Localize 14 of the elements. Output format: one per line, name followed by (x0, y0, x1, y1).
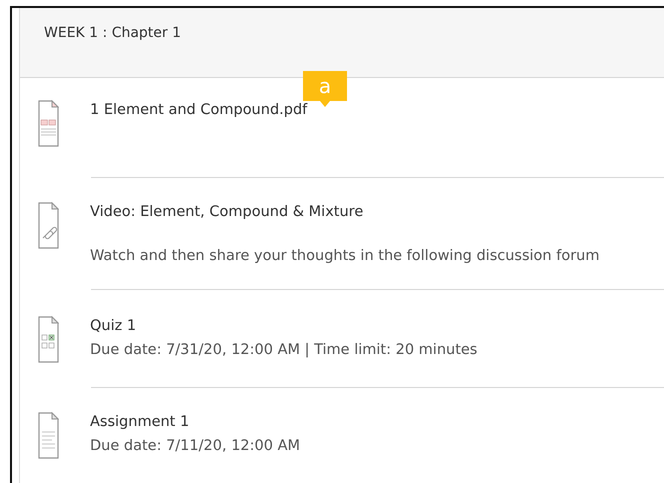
callout-pointer (320, 101, 330, 107)
item-details: Due date: 7/31/20, 12:00 AM | Time limit: 20 minutes (90, 341, 478, 360)
item-title-link[interactable]: Quiz 1 (90, 316, 664, 336)
module-title: WEEK 1 : Chapter 1 (44, 25, 182, 41)
pdf-file-icon (38, 100, 59, 147)
item-title-link[interactable]: Video: Element, Compound & Mixture (90, 202, 664, 222)
item-title-link[interactable]: 1 Element and Compound.pdf (90, 100, 664, 120)
item-description: Watch and then share your thoughts in the following discussion forum (90, 247, 600, 266)
item-title-link[interactable]: Assignment 1 (90, 412, 664, 432)
link-file-icon (38, 202, 59, 249)
callout-marker: a (303, 71, 347, 101)
item-details: Due date: 7/11/20, 12:00 AM (90, 437, 302, 456)
quiz-file-icon (38, 316, 59, 363)
document-icon (38, 412, 59, 459)
